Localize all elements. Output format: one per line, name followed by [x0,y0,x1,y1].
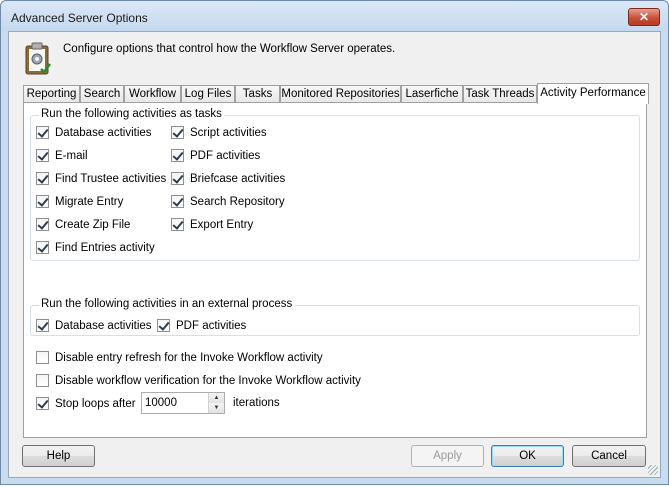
checkbox-label: Script activities [190,126,267,139]
tab-activity-performance[interactable]: Activity Performance [537,83,649,104]
tab-panel-activity-performance: Run the following activities as tasks Da… [23,102,647,438]
disable-entry-refresh-checkbox[interactable]: Disable entry refresh for the Invoke Wor… [36,351,323,364]
checkbox-label: Find Entries activity [55,241,155,254]
header-description: Configure options that control how the W… [63,43,396,55]
dialog-body: Configure options that control how the W… [8,31,661,478]
close-button[interactable]: ✕ [628,8,660,26]
checkbox[interactable] [171,195,184,208]
checkbox[interactable] [36,218,49,231]
apply-button[interactable]: Apply [411,445,484,467]
checkbox[interactable] [36,374,49,387]
task-find-trustee-checkbox[interactable]: Find Trustee activities [36,172,166,185]
checkbox-label: Search Repository [190,195,285,208]
ok-button[interactable]: OK [491,445,564,467]
external-group-legend: Run the following activities in an exter… [39,298,295,310]
checkbox-label: PDF activities [190,149,261,162]
task-email-checkbox[interactable]: E-mail [36,149,88,162]
tasks-group-legend: Run the following activities as tasks [39,108,224,120]
stop-loops-stepper[interactable]: ▲ ▼ [141,392,225,414]
checkbox-label: Briefcase activities [190,172,286,185]
checkbox[interactable] [171,149,184,162]
settings-clipboard-icon [25,42,51,75]
checkbox-label: E-mail [55,149,88,162]
external-database-activities-checkbox[interactable]: Database activities [36,319,152,332]
checkbox-label: Stop loops after [55,397,136,410]
task-create-zip-checkbox[interactable]: Create Zip File [36,218,130,231]
task-find-entries-checkbox[interactable]: Find Entries activity [36,241,155,254]
stop-loops-input[interactable] [142,393,208,413]
checkbox[interactable] [36,195,49,208]
stepper-buttons: ▲ ▼ [208,393,224,413]
checkbox[interactable] [36,149,49,162]
task-database-activities-checkbox[interactable]: Database activities [36,126,152,139]
checkbox[interactable] [36,397,49,410]
checkbox-label: PDF activities [176,319,247,332]
checkbox[interactable] [171,126,184,139]
checkbox[interactable] [36,241,49,254]
cancel-button[interactable]: Cancel [572,445,646,467]
help-button[interactable]: Help [22,445,95,467]
disable-workflow-verification-checkbox[interactable]: Disable workflow verification for the In… [36,374,361,387]
stepper-down-icon[interactable]: ▼ [209,403,224,413]
resize-grip-icon[interactable] [648,465,658,475]
checkbox[interactable] [171,218,184,231]
checkbox[interactable] [36,319,49,332]
checkbox[interactable] [36,172,49,185]
checkbox-label: Database activities [55,126,152,139]
stop-loops-checkbox[interactable]: Stop loops after [36,397,136,410]
checkbox[interactable] [36,126,49,139]
task-migrate-entry-checkbox[interactable]: Migrate Entry [36,195,123,208]
checkbox-label: Export Entry [190,218,254,231]
iterations-label: iterations [233,397,280,409]
task-search-repository-checkbox[interactable]: Search Repository [171,195,285,208]
checkbox-label: Database activities [55,319,152,332]
checkbox[interactable] [36,351,49,364]
title-bar[interactable]: Advanced Server Options ✕ [1,1,668,31]
checkbox-label: Disable entry refresh for the Invoke Wor… [55,351,323,364]
checkbox[interactable] [171,172,184,185]
checkbox[interactable] [157,319,170,332]
task-briefcase-activities-checkbox[interactable]: Briefcase activities [171,172,285,185]
checkbox-label: Migrate Entry [55,195,124,208]
window-title: Advanced Server Options [11,11,148,25]
dialog-window: Advanced Server Options ✕ Configure opti… [0,0,669,485]
checkbox-label: Disable workflow verification for the In… [55,374,361,387]
task-pdf-activities-checkbox[interactable]: PDF activities [171,149,260,162]
checkbox-label: Create Zip File [55,218,131,231]
task-script-activities-checkbox[interactable]: Script activities [171,126,267,139]
task-export-entry-checkbox[interactable]: Export Entry [171,218,253,231]
external-pdf-activities-checkbox[interactable]: PDF activities [157,319,246,332]
stepper-up-icon[interactable]: ▲ [209,393,224,403]
checkbox-label: Find Trustee activities [55,172,167,185]
